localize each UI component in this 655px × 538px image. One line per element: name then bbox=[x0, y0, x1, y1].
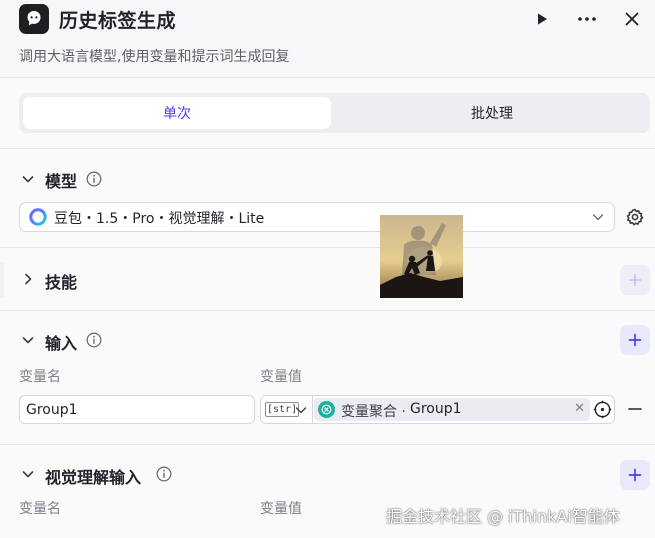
more-dots-icon bbox=[578, 17, 596, 21]
info-icon[interactable] bbox=[86, 332, 102, 348]
doubao-logo-icon bbox=[29, 208, 47, 226]
input-section-title: 输入 bbox=[45, 334, 78, 353]
plus-icon bbox=[628, 273, 642, 287]
node-description[interactable]: 调用大语言模型,使用变量和提示词生成回复 bbox=[19, 46, 289, 66]
overlay-photo bbox=[380, 215, 463, 298]
close-icon bbox=[625, 12, 639, 26]
node-config-panel: 历史标签生成 调用大语言模型,使用变量和提示词生成回复 单次 批处理 模型 豆包… bbox=[0, 0, 655, 538]
reference-source: 变量聚合 · bbox=[341, 404, 406, 420]
column-header-value: 变量值 bbox=[260, 501, 302, 517]
section-divider bbox=[0, 310, 655, 311]
plus-icon bbox=[628, 333, 642, 347]
skills-section-title: 技能 bbox=[45, 273, 78, 292]
column-header-name: 变量名 bbox=[19, 369, 61, 385]
variable-value-field: [str] 变量聚合 · Group1 ✕ bbox=[260, 395, 615, 424]
chevron-down-icon[interactable] bbox=[293, 402, 309, 418]
vision-collapse-toggle[interactable] bbox=[19, 465, 37, 483]
info-icon[interactable] bbox=[86, 171, 102, 187]
target-select-icon[interactable] bbox=[593, 400, 612, 419]
model-collapse-toggle[interactable] bbox=[19, 170, 37, 188]
canvas-edge bbox=[0, 262, 4, 298]
plus-icon bbox=[628, 468, 642, 482]
clear-reference-icon[interactable]: ✕ bbox=[574, 401, 585, 416]
model-section-title: 模型 bbox=[45, 172, 78, 191]
skills-expand-toggle[interactable] bbox=[19, 270, 37, 288]
variable-name-input[interactable] bbox=[19, 395, 255, 424]
run-button[interactable] bbox=[529, 6, 555, 32]
reference-variable: Group1 bbox=[410, 401, 462, 417]
variable-aggregator-icon bbox=[318, 401, 335, 418]
close-button[interactable] bbox=[619, 6, 645, 32]
node-title[interactable]: 历史标签生成 bbox=[59, 6, 176, 33]
chevron-right-icon bbox=[25, 273, 32, 285]
more-button[interactable] bbox=[574, 6, 600, 32]
add-vision-input-button[interactable] bbox=[620, 460, 650, 490]
model-select[interactable]: 豆包・1.5・Pro・视觉理解・Lite bbox=[19, 202, 615, 232]
chevron-down-icon bbox=[22, 176, 34, 183]
add-skill-button[interactable] bbox=[620, 265, 650, 295]
column-header-name: 变量名 bbox=[19, 501, 61, 517]
tab-single[interactable]: 单次 bbox=[23, 97, 331, 129]
variable-reference-chip[interactable]: 变量聚合 · Group1 ✕ bbox=[314, 398, 590, 421]
remove-input-button[interactable] bbox=[627, 399, 643, 419]
add-input-button[interactable] bbox=[620, 325, 650, 355]
section-divider bbox=[0, 444, 655, 445]
gear-icon[interactable] bbox=[625, 207, 645, 227]
minus-icon bbox=[628, 408, 642, 410]
column-header-value: 变量值 bbox=[260, 369, 302, 385]
watermark-text: 掘金技术社区 @ iThinkAi智能体 bbox=[386, 507, 620, 526]
section-divider bbox=[0, 148, 655, 149]
section-divider bbox=[0, 247, 655, 248]
llm-node-icon bbox=[19, 4, 49, 34]
chevron-down-icon bbox=[22, 471, 34, 478]
play-icon bbox=[538, 13, 547, 25]
vision-section-title: 视觉理解输入 bbox=[45, 468, 142, 487]
info-icon[interactable] bbox=[156, 466, 172, 482]
chevron-down-icon bbox=[22, 337, 34, 344]
input-collapse-toggle[interactable] bbox=[19, 331, 37, 349]
node-header: 历史标签生成 调用大语言模型,使用变量和提示词生成回复 bbox=[0, 0, 655, 78]
selected-model: 豆包・1.5・Pro・视觉理解・Lite bbox=[54, 211, 265, 227]
chevron-down-icon bbox=[592, 214, 604, 221]
mode-switch: 单次 批处理 bbox=[19, 93, 650, 133]
tab-batch[interactable]: 批处理 bbox=[338, 97, 646, 129]
value-divider bbox=[312, 396, 313, 423]
